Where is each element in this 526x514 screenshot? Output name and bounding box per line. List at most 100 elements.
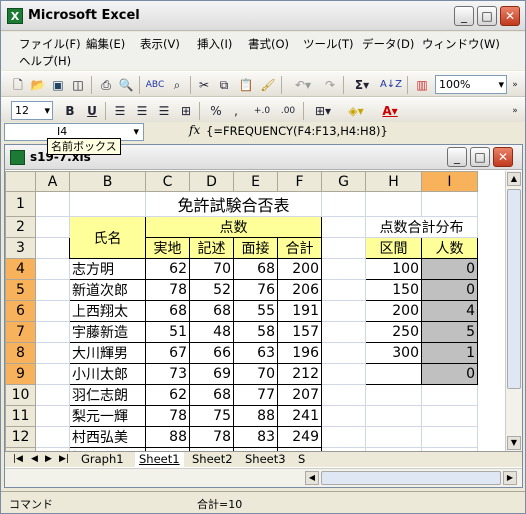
score-cell[interactable]: 68 — [189, 384, 234, 406]
tab-more[interactable]: S — [294, 452, 309, 468]
first-sheet-icon[interactable]: |◀ — [9, 452, 27, 468]
column-header[interactable]: A — [35, 171, 70, 192]
score-cell[interactable]: 157 — [277, 321, 322, 343]
student-name[interactable]: 村西弘美 — [69, 426, 146, 448]
row-header[interactable]: 8 — [5, 342, 36, 364]
h-scroll-thumb[interactable] — [321, 471, 501, 485]
row-header[interactable]: 12 — [5, 426, 36, 448]
cell[interactable] — [321, 384, 366, 406]
column-header[interactable]: G — [321, 171, 366, 192]
score-cell[interactable]: 70 — [233, 363, 278, 385]
scroll-down-icon[interactable]: ▼ — [507, 436, 521, 450]
tab-sheet2[interactable]: Sheet2 — [188, 452, 237, 468]
cell[interactable] — [35, 237, 70, 259]
next-sheet-icon[interactable]: ▶ — [41, 452, 56, 468]
row-header[interactable]: 7 — [5, 321, 36, 343]
score-cell[interactable]: 78 — [145, 279, 190, 301]
column-header[interactable]: D — [189, 171, 234, 192]
cell[interactable] — [35, 363, 70, 385]
menu-file[interactable]: ファイル(F) — [19, 36, 81, 52]
score-cell[interactable]: 241 — [277, 405, 322, 427]
increase-decimal-icon[interactable]: +.0 — [251, 101, 273, 121]
merge-center-icon[interactable]: ⊞ — [177, 101, 195, 121]
score-cell[interactable]: 68 — [189, 300, 234, 322]
scroll-right-icon[interactable]: ▶ — [503, 471, 517, 485]
workbook-close-button[interactable]: ✕ — [493, 147, 513, 167]
cell[interactable] — [35, 258, 70, 280]
row-header[interactable]: 4 — [5, 258, 36, 280]
score-cell[interactable]: 63 — [233, 342, 278, 364]
cut-icon[interactable]: ✂ — [195, 75, 213, 95]
score-cell[interactable]: 76 — [233, 279, 278, 301]
copy-icon[interactable]: ⧉ — [215, 75, 233, 95]
interval-header[interactable]: 区間 — [365, 237, 422, 259]
row-header[interactable]: 3 — [5, 237, 36, 259]
menu-window[interactable]: ウィンドウ(W) — [422, 36, 500, 52]
formula-input[interactable]: {=FREQUENCY(F4:F13,H4:H8)} — [206, 124, 522, 141]
score-cell[interactable]: 62 — [145, 384, 190, 406]
score-cell[interactable]: 212 — [277, 363, 322, 385]
menu-view[interactable]: 表示(V) — [140, 36, 180, 52]
interval-cell[interactable]: 250 — [365, 321, 422, 343]
score-cell[interactable]: 78 — [189, 426, 234, 448]
underline-button[interactable]: U — [83, 101, 101, 121]
cell[interactable] — [321, 405, 366, 427]
row-header[interactable]: 10 — [5, 384, 36, 406]
zoom-select[interactable]: 100% ▾ — [435, 75, 507, 94]
cell[interactable] — [35, 279, 70, 301]
interval-cell[interactable]: 150 — [365, 279, 422, 301]
scroll-up-icon[interactable]: ▲ — [507, 172, 521, 186]
permission-icon[interactable]: ◫ — [69, 75, 87, 95]
cell[interactable] — [35, 426, 70, 448]
fill-color-icon[interactable]: ◈▾ — [341, 101, 371, 121]
sub-header[interactable]: 実地 — [145, 237, 190, 259]
score-cell[interactable]: 66 — [189, 342, 234, 364]
count-cell[interactable]: 4 — [421, 300, 478, 322]
maximize-button[interactable]: □ — [477, 6, 497, 26]
tab-sheet3[interactable]: Sheet3 — [241, 452, 290, 468]
scroll-thumb[interactable] — [507, 189, 521, 389]
scroll-left-icon[interactable]: ◀ — [305, 471, 319, 485]
sub-header[interactable]: 記述 — [189, 237, 234, 259]
research-icon[interactable]: ⌕ — [168, 75, 186, 95]
column-header[interactable]: E — [233, 171, 278, 192]
count-cell[interactable]: 0 — [421, 258, 478, 280]
score-cell[interactable]: 191 — [277, 300, 322, 322]
column-header[interactable]: F — [277, 171, 322, 192]
interval-cell[interactable]: 300 — [365, 342, 422, 364]
cell[interactable] — [421, 384, 478, 406]
menu-data[interactable]: データ(D) — [362, 36, 414, 52]
align-center-icon[interactable]: ☰ — [133, 101, 151, 121]
row-header[interactable]: 2 — [5, 216, 36, 238]
cell[interactable] — [35, 321, 70, 343]
align-left-icon[interactable]: ☰ — [111, 101, 129, 121]
open-icon[interactable]: 📂 — [29, 75, 47, 95]
minimize-button[interactable]: _ — [454, 6, 474, 26]
interval-cell[interactable]: 100 — [365, 258, 422, 280]
last-sheet-icon[interactable]: ▶| — [55, 452, 73, 468]
points-header[interactable]: 点数 — [145, 216, 322, 238]
tab-graph1[interactable]: Graph1 — [77, 452, 128, 468]
autosum-icon[interactable]: Σ▾ — [348, 75, 376, 95]
row-header[interactable]: 5 — [5, 279, 36, 301]
paste-icon[interactable]: 📋 — [235, 75, 257, 95]
comma-button[interactable]: , — [229, 101, 243, 121]
cell[interactable] — [35, 191, 70, 217]
cell[interactable] — [321, 300, 366, 322]
align-right-icon[interactable]: ☰ — [155, 101, 173, 121]
redo-icon[interactable]: ↷ — [321, 75, 339, 95]
cell[interactable] — [321, 237, 366, 259]
cell[interactable] — [69, 191, 146, 217]
decrease-decimal-icon[interactable]: .00 — [277, 101, 299, 121]
score-cell[interactable]: 83 — [233, 426, 278, 448]
score-cell[interactable]: 58 — [233, 321, 278, 343]
select-all-corner[interactable] — [5, 171, 36, 192]
student-name[interactable]: 大川輝男 — [69, 342, 146, 364]
cell[interactable] — [321, 342, 366, 364]
menu-tools[interactable]: ツール(T) — [303, 36, 354, 52]
cell[interactable] — [35, 216, 70, 238]
tab-sheet1[interactable]: Sheet1 — [135, 452, 184, 468]
sheet-title[interactable]: 免許試験合否表 — [145, 191, 322, 217]
format-painter-icon[interactable]: 🖌 — [259, 75, 277, 95]
cell[interactable] — [35, 405, 70, 427]
